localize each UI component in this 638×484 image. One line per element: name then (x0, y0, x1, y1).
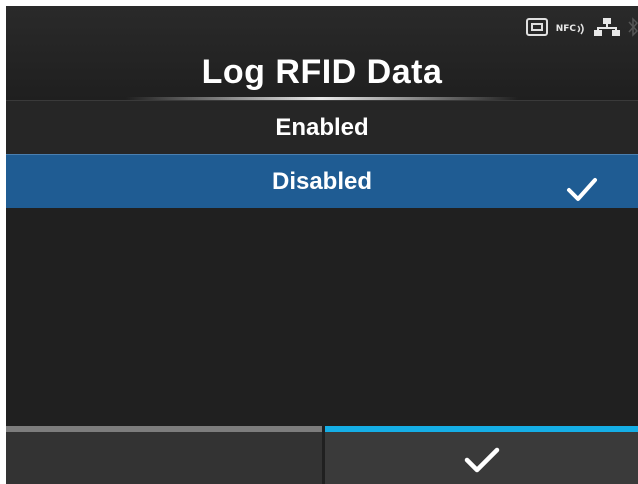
nfc-label: NFC (555, 24, 576, 34)
empty-area (6, 208, 638, 426)
options-list: Enabled Disabled (6, 100, 638, 208)
network-icon (594, 17, 620, 42)
option-enabled[interactable]: Enabled (6, 100, 638, 154)
option-label: Disabled (271, 168, 373, 195)
bluetooth-icon (628, 16, 638, 42)
sd-card-icon (525, 17, 548, 41)
status-bar: NFC (525, 16, 638, 42)
header: NFC Log RFID Data (6, 6, 638, 100)
back-button[interactable] (6, 426, 323, 484)
printer-screen: NFC Log RFID Data Enabled Disabled (6, 6, 638, 484)
option-label: Enabled (275, 114, 369, 141)
nfc-icon: NFC (556, 22, 586, 36)
page-title: Log RFID Data (201, 53, 443, 91)
check-icon (463, 446, 501, 479)
option-disabled[interactable]: Disabled (6, 154, 638, 208)
confirm-button[interactable] (325, 426, 638, 484)
footer (6, 426, 638, 484)
